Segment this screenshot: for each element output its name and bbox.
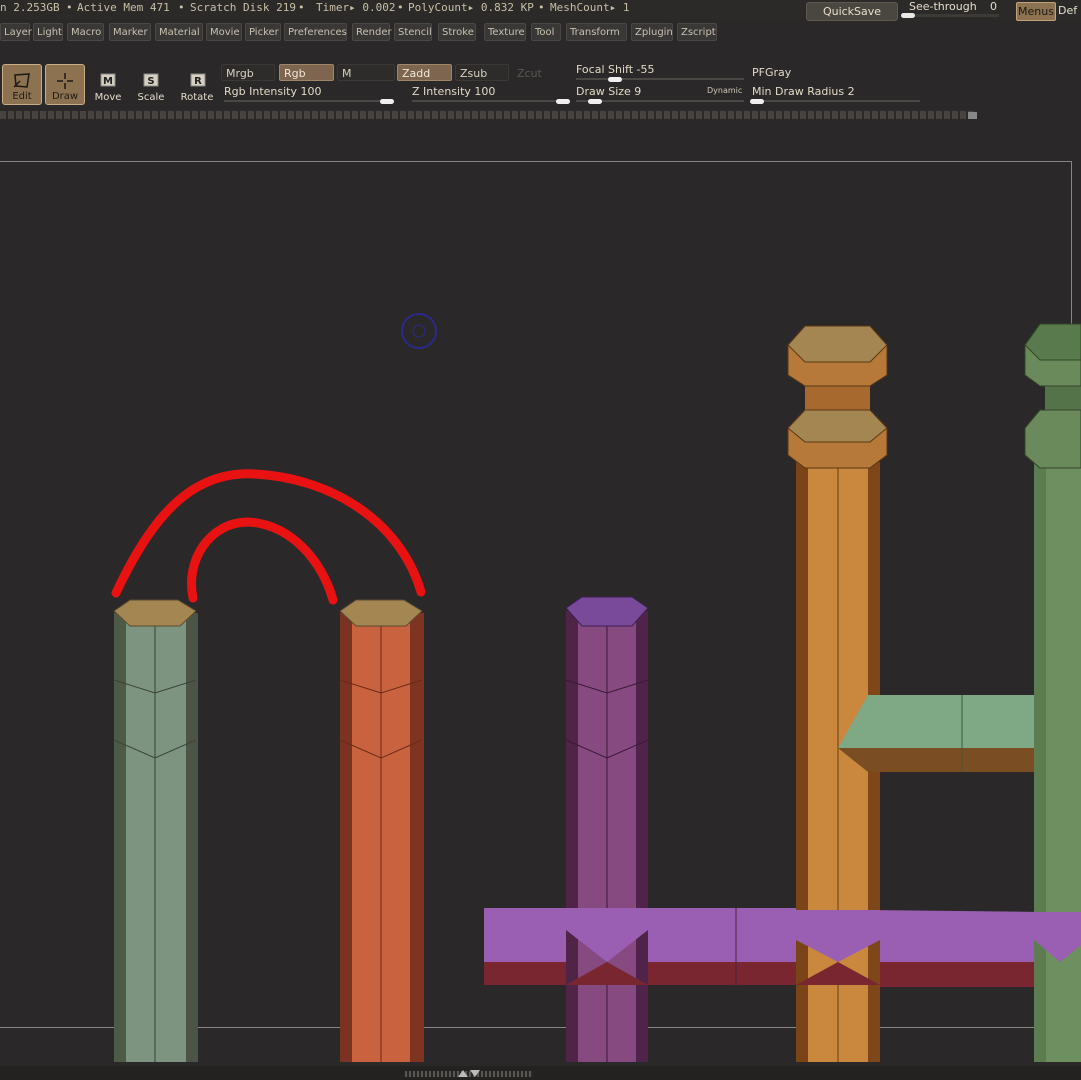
drawn-curve-stroke[interactable] xyxy=(111,469,426,605)
expand-arrows-icon[interactable] xyxy=(458,1069,480,1078)
pillar-green[interactable] xyxy=(113,599,198,1062)
pillar-orange[interactable] xyxy=(339,599,424,1062)
bottom-shelf xyxy=(0,1066,1081,1080)
brush-cursor-icon xyxy=(401,313,437,349)
pillar-purple[interactable] xyxy=(565,596,649,1062)
column-orange[interactable] xyxy=(787,325,888,1062)
viewport-scene[interactable] xyxy=(0,0,1081,1080)
